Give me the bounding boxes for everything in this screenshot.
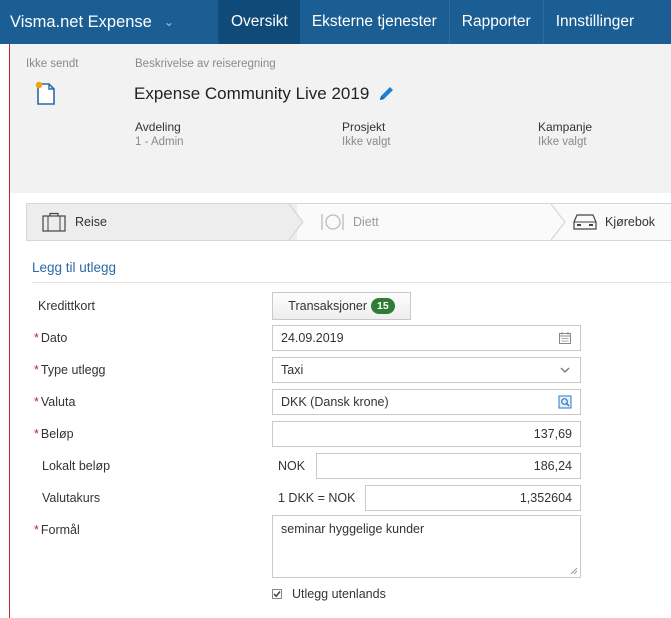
amount-label: * Beløp (34, 427, 74, 441)
required-mark: * (34, 523, 39, 537)
expense-type-value: Taxi (281, 363, 304, 377)
car-icon (573, 214, 597, 230)
chevron-down-icon: ⌄ (163, 15, 174, 29)
meta-value: 1 - Admin (135, 136, 184, 148)
status-label: Ikke sendt (26, 58, 79, 70)
step-diett[interactable]: Diett (297, 204, 566, 240)
required-mark: * (34, 427, 39, 441)
app-title: Visma.net Expense (10, 12, 152, 31)
step-kjorebok[interactable]: Kjørebok (559, 204, 671, 240)
nav-item-eksterne-tjenester[interactable]: Eksterne tjenester (300, 0, 449, 44)
transactions-button-label: Transaksjoner (288, 299, 368, 313)
required-mark: * (34, 363, 39, 377)
date-field[interactable]: 24.09.2019 (272, 325, 581, 351)
transactions-button[interactable]: Transaksjoner 15 (272, 292, 411, 320)
plate-icon (321, 214, 344, 230)
top-navigation: Visma.net Expense ⌄ Oversikt Eksterne tj… (0, 0, 671, 44)
step-bar-area: Reise Diett Kjørebok (9, 193, 671, 251)
amount-field[interactable]: 137,69 (272, 421, 581, 447)
title-row: Expense Community Live 2019 (134, 84, 395, 104)
currency-label: * Valuta (34, 395, 75, 409)
meta-kampanje: Kampanje Ikke valgt (538, 120, 592, 148)
purpose-label: * Formål (34, 523, 80, 537)
chevron-down-icon (560, 367, 570, 373)
currency-field[interactable]: DKK (Dansk krone) (272, 389, 581, 415)
document-icon (35, 81, 55, 105)
step-label: Kjørebok (605, 215, 656, 229)
suitcase-icon (42, 212, 66, 232)
currency-value: DKK (Dansk krone) (281, 395, 389, 409)
meta-value: Ikke valgt (342, 136, 391, 148)
step-divider-icon (289, 204, 304, 240)
add-expense-form: Legg til utlegg Kredittkort Transaksjone… (9, 251, 671, 618)
local-amount-field[interactable]: 186,24 (316, 453, 581, 479)
step-bar: Reise Diett Kjørebok (26, 203, 671, 241)
exchange-rate-label: Valutakurs (42, 491, 101, 505)
app-switcher[interactable]: Visma.net Expense ⌄ (0, 0, 219, 44)
abroad-checkbox-row[interactable]: Utlegg utenlands (272, 587, 386, 601)
description-label: Beskrivelse av reiseregning (135, 58, 276, 70)
nav-item-rapporter[interactable]: Rapporter (448, 0, 543, 44)
meta-prosjekt: Prosjekt Ikke valgt (342, 120, 391, 148)
expense-type-label-text: Type utlegg (40, 363, 106, 377)
divider (32, 282, 671, 283)
abroad-label: Utlegg utenlands (292, 587, 386, 601)
purpose-value: seminar hyggelige kunder (281, 522, 425, 536)
required-mark: * (34, 395, 39, 409)
credit-card-label: Kredittkort (38, 299, 95, 313)
expense-report-header: Ikke sendt Beskrivelse av reiseregning E… (9, 44, 671, 193)
lookup-search-icon[interactable] (558, 395, 572, 409)
add-expense-link[interactable]: Legg til utlegg (32, 260, 116, 275)
amount-label-text: Beløp (40, 427, 74, 441)
transactions-count-badge: 15 (371, 298, 395, 314)
currency-label-text: Valuta (40, 395, 76, 409)
purpose-label-text: Formål (40, 523, 80, 537)
meta-key: Prosjekt (342, 120, 386, 134)
meta-avdeling: Avdeling 1 - Admin (135, 120, 184, 148)
date-label-text: Dato (40, 331, 68, 345)
meta-value: Ikke valgt (538, 136, 587, 148)
step-reise[interactable]: Reise (27, 204, 304, 240)
date-label: * Dato (34, 331, 67, 345)
calendar-icon[interactable] (558, 331, 572, 345)
nav-item-oversikt[interactable]: Oversikt (219, 0, 300, 44)
resize-handle-icon[interactable] (570, 567, 578, 575)
meta-key: Kampanje (538, 120, 593, 134)
required-mark: * (34, 331, 39, 345)
exchange-rate-field[interactable]: 1,352604 (365, 485, 581, 511)
nav-item-innstillinger[interactable]: Innstillinger (542, 0, 646, 44)
checkbox-checked-icon[interactable] (272, 589, 282, 599)
meta-key: Avdeling (135, 120, 181, 134)
exchange-rate-prefix: 1 DKK = NOK (278, 491, 356, 505)
local-amount-label: Lokalt beløp (42, 459, 111, 473)
step-divider-icon (551, 204, 566, 240)
pencil-icon[interactable] (377, 85, 395, 103)
expense-type-select[interactable]: Taxi (272, 357, 581, 383)
report-title: Expense Community Live 2019 (134, 84, 370, 103)
local-currency-code: NOK (278, 459, 306, 473)
purpose-textarea[interactable]: seminar hyggelige kunder (272, 515, 581, 578)
date-value: 24.09.2019 (281, 331, 344, 345)
step-label: Reise (75, 215, 107, 229)
expense-type-label: * Type utlegg (34, 363, 106, 377)
step-label: Diett (353, 215, 379, 229)
